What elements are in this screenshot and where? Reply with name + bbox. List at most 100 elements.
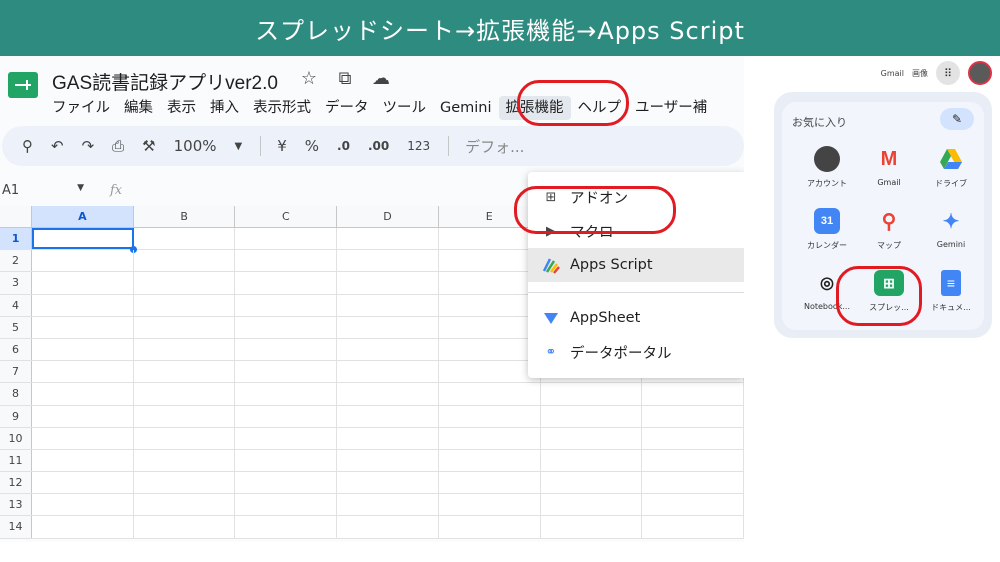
cloud-icon[interactable]: ☁ (370, 68, 392, 89)
cell[interactable] (235, 472, 338, 494)
app-tile-docs[interactable]: ≡ ドキュメ... (920, 270, 982, 313)
cell[interactable] (337, 427, 439, 449)
cell[interactable] (439, 316, 541, 338)
cell[interactable] (642, 427, 744, 449)
menu-view[interactable]: 表示 (160, 96, 203, 120)
menu-gemini[interactable]: Gemini (433, 96, 499, 120)
cell[interactable] (235, 228, 338, 250)
star-icon[interactable]: ☆ (298, 68, 320, 89)
cell[interactable] (642, 449, 744, 472)
row-header[interactable]: 7 (0, 361, 33, 383)
cell[interactable] (134, 494, 236, 516)
app-tile-gmail[interactable]: M Gmail (858, 146, 920, 188)
cell[interactable] (32, 449, 134, 472)
zoom-select[interactable]: 100% (174, 137, 217, 155)
menu-user-assist[interactable]: ユーザー補 (628, 96, 714, 120)
cell[interactable] (337, 316, 439, 338)
cell[interactable] (337, 338, 439, 361)
undo-icon[interactable]: ↶ (51, 137, 64, 155)
menu-format[interactable]: 表示形式 (246, 96, 318, 120)
cell[interactable] (541, 472, 643, 494)
cell[interactable] (337, 383, 439, 405)
app-tile-calendar[interactable]: 31 カレンダー (796, 208, 858, 251)
menu-item-appsheet[interactable]: AppSheet (528, 301, 744, 335)
cell[interactable] (134, 449, 236, 472)
cell[interactable] (337, 494, 439, 516)
increase-decimal-button[interactable]: .00 (368, 139, 389, 153)
gmail-link[interactable]: Gmail (881, 69, 904, 78)
cell[interactable] (32, 405, 134, 427)
cell[interactable] (337, 516, 439, 538)
cell[interactable] (134, 472, 236, 494)
cell[interactable] (32, 427, 134, 449)
number-format-button[interactable]: 123 (407, 139, 430, 153)
cell[interactable] (642, 383, 744, 405)
cell[interactable] (337, 472, 439, 494)
menu-file[interactable]: ファイル (52, 96, 117, 120)
active-cell[interactable] (32, 228, 137, 254)
cell[interactable] (642, 405, 744, 427)
paint-format-icon[interactable]: ⚒ (142, 137, 155, 155)
row-header[interactable]: 10 (0, 427, 33, 449)
cell[interactable] (134, 316, 236, 338)
cell[interactable] (642, 472, 744, 494)
chevron-down-icon[interactable]: ▼ (235, 141, 243, 152)
cell[interactable] (235, 383, 338, 405)
cell[interactable] (541, 516, 643, 538)
name-box[interactable]: A1 ▼ (0, 183, 90, 198)
images-link[interactable]: 画像 (912, 68, 928, 79)
cell[interactable] (134, 272, 236, 294)
column-header-c[interactable]: C (235, 206, 338, 227)
cell[interactable] (134, 294, 236, 316)
column-header-b[interactable]: B (134, 206, 236, 227)
font-select[interactable]: デフォ... (465, 136, 524, 157)
cell[interactable] (32, 272, 134, 294)
cell[interactable] (642, 516, 744, 538)
row-header[interactable]: 6 (0, 338, 33, 361)
cell[interactable] (134, 516, 236, 538)
cell[interactable] (337, 405, 439, 427)
cell[interactable] (32, 516, 134, 538)
cell[interactable] (235, 405, 338, 427)
cell[interactable] (439, 427, 541, 449)
cell[interactable] (337, 250, 439, 272)
row-header[interactable]: 14 (0, 516, 33, 538)
row-header[interactable]: 12 (0, 472, 33, 494)
cell[interactable] (439, 383, 541, 405)
cell[interactable] (32, 472, 134, 494)
edit-icon[interactable]: ✎ (940, 108, 974, 130)
document-title[interactable]: GAS読書記録アプリver2.0 (52, 68, 278, 95)
apps-grid-icon[interactable]: ⠿ (936, 61, 960, 85)
cell[interactable] (439, 449, 541, 472)
avatar[interactable] (968, 61, 992, 85)
row-header[interactable]: 3 (0, 272, 33, 294)
redo-icon[interactable]: ↷ (82, 137, 95, 155)
cell[interactable] (235, 361, 338, 383)
menu-tools[interactable]: ツール (376, 96, 434, 120)
row-header[interactable]: 5 (0, 316, 33, 338)
search-icon[interactable]: ⚲ (22, 137, 33, 155)
cell[interactable] (439, 472, 541, 494)
cell[interactable] (235, 294, 338, 316)
column-header-a[interactable]: A (32, 206, 134, 227)
cell[interactable] (32, 383, 134, 405)
row-header[interactable]: 13 (0, 494, 33, 516)
app-tile-drive[interactable]: ドライブ (920, 146, 982, 189)
cell[interactable] (134, 250, 236, 272)
cell[interactable] (134, 338, 236, 361)
cell[interactable] (235, 338, 338, 361)
column-header-d[interactable]: D (337, 206, 439, 227)
cell[interactable] (337, 228, 439, 250)
select-all-corner[interactable] (0, 206, 33, 227)
cell[interactable] (439, 361, 541, 383)
cell[interactable] (235, 427, 338, 449)
cell[interactable] (32, 316, 134, 338)
cell[interactable] (541, 427, 643, 449)
currency-button[interactable]: ¥ (277, 137, 287, 155)
cell[interactable] (541, 405, 643, 427)
cell[interactable] (337, 361, 439, 383)
cell[interactable] (439, 516, 541, 538)
cell[interactable] (541, 494, 643, 516)
row-header[interactable]: 11 (0, 449, 33, 472)
app-tile-account[interactable]: アカウント (796, 146, 858, 189)
